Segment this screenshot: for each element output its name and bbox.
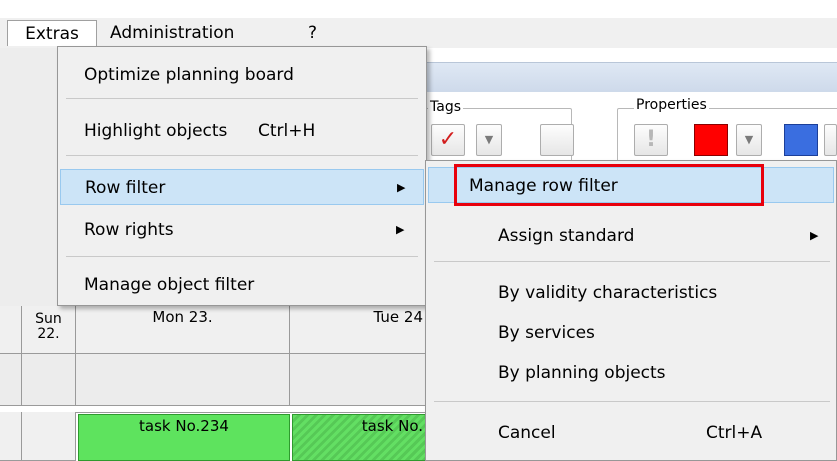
menu-item-row-rights[interactable]: Row rights ▶ [58,212,426,248]
task-bar[interactable]: task No.234 [78,414,290,461]
menu-item-highlight-objects[interactable]: Highlight objects Ctrl+H [58,113,426,149]
menu-item-label: Row rights [84,220,174,240]
submenu-arrow-icon: ▶ [396,223,405,236]
menu-separator [66,256,418,257]
menu-item-by-services[interactable]: By services [426,315,836,351]
menu-item-optimize-planning-board[interactable]: Optimize planning board [58,57,426,93]
menu-item-label: By services [498,323,595,343]
extras-dropdown-menu: Optimize planning board Highlight object… [57,46,427,306]
day-header-mon: Mon 23. [76,306,290,354]
menu-item-label: Row filter [85,178,166,198]
grid-cell [0,354,22,406]
menu-item-label: By validity characteristics [498,283,718,303]
day-header-tue: Tue 24 [290,306,430,354]
chevron-down-icon[interactable]: ▼ [476,124,502,156]
tags-group-label: Tags [428,99,463,115]
menu-item-label: Manage object filter [84,275,255,295]
grid-cell [22,412,76,461]
menu-separator [66,98,418,99]
menu-item-shortcut: Ctrl+A [706,423,763,443]
menu-item-label: Cancel [498,423,556,443]
red-color-swatch[interactable] [694,124,728,156]
exclamation-icon[interactable]: ! [634,124,668,156]
grid-row-header [0,306,22,354]
check-mark-icon[interactable]: ✓ [431,124,465,156]
blue-color-swatch[interactable] [784,124,818,156]
row-filter-submenu: Manage row filter Assign standard ▶ By v… [425,160,837,461]
menu-item-assign-standard[interactable]: Assign standard ▶ [426,218,836,254]
tag-button-empty[interactable] [540,124,574,156]
menu-administration[interactable]: Administration [102,20,242,46]
menu-item-by-validity-characteristics[interactable]: By validity characteristics [426,275,836,311]
menu-item-cancel[interactable]: Cancel Ctrl+A [426,415,836,451]
submenu-arrow-icon: ▶ [810,229,819,242]
grid-cell [0,412,22,461]
menu-extras[interactable]: Extras [7,20,97,46]
highlight-outline [454,164,764,206]
menu-item-manage-object-filter[interactable]: Manage object filter [58,267,426,303]
menu-item-label: Optimize planning board [84,65,294,85]
menu-item-row-filter[interactable]: Row filter ▶ [60,169,424,205]
chevron-down-icon[interactable]: ▼ [736,124,762,156]
menu-item-label: Assign standard [498,226,635,246]
grid-cell [76,354,290,406]
grid-cell [290,354,430,406]
partial-toolbar-button[interactable] [824,124,837,156]
menu-item-label: By planning objects [498,363,666,383]
menu-item-shortcut: Ctrl+H [258,121,316,141]
menu-separator [434,261,830,262]
menu-item-by-planning-objects[interactable]: By planning objects [426,355,836,391]
menu-help[interactable]: ? [300,20,325,46]
task-bar[interactable]: task No. [292,414,432,461]
day-header-sun: Sun 22. [22,306,76,354]
properties-group-label: Properties [634,97,709,113]
grid-cell [22,354,76,406]
left-panel-strip [0,48,62,306]
menu-separator [66,155,418,156]
menu-item-label: Highlight objects [84,121,228,141]
submenu-arrow-icon: ▶ [397,181,406,194]
menu-separator [434,401,830,402]
